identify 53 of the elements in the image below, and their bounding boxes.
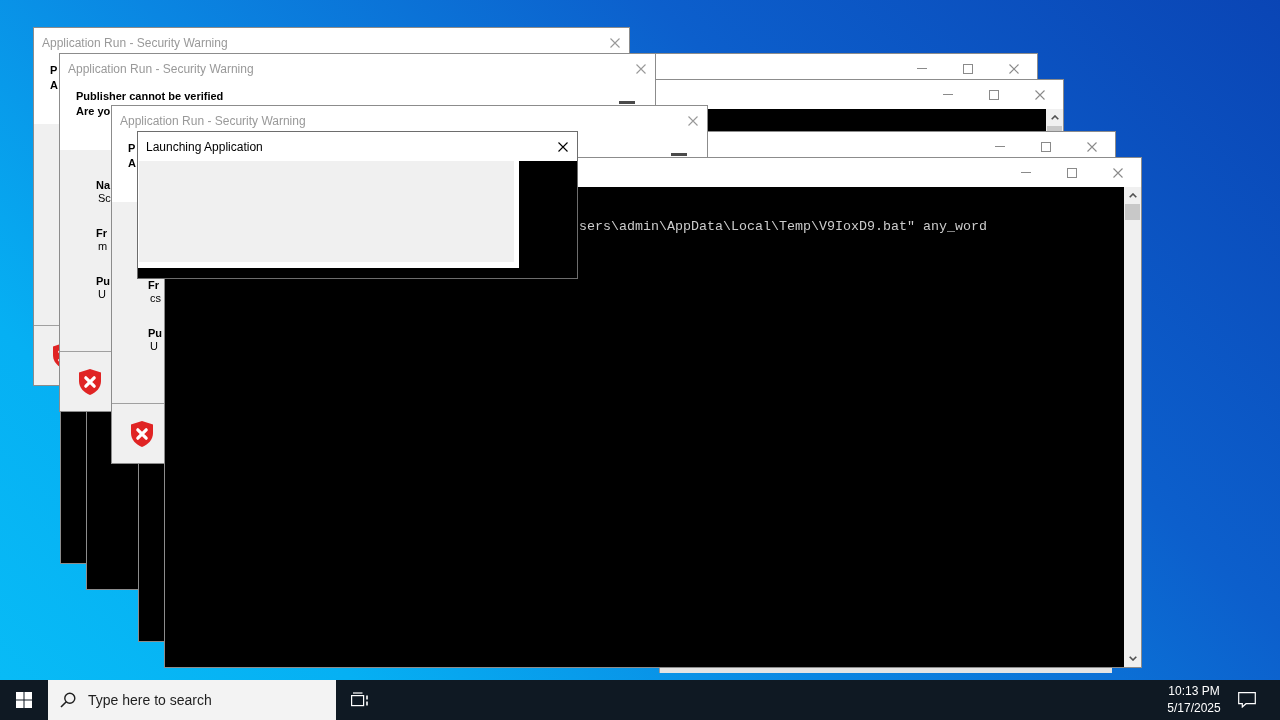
scroll-thumb[interactable] (1125, 204, 1140, 220)
field-value: m (98, 240, 108, 253)
maximize-icon (1041, 141, 1051, 152)
field-label: Pu (148, 327, 163, 340)
chevron-down-icon (1128, 656, 1137, 661)
search-field[interactable]: Type here to search (48, 680, 336, 720)
close-icon (1035, 89, 1045, 100)
window-title: Application Run - Security Warning (68, 61, 254, 76)
close-icon (688, 115, 698, 126)
field-label: Fr (96, 227, 107, 240)
close-icon (1113, 167, 1123, 178)
notification-icon (1238, 692, 1256, 708)
field-value: cs (150, 292, 161, 305)
field-label: Na (96, 179, 111, 192)
warning-text: Publisher cannot be verified (76, 89, 224, 104)
close-icon (636, 63, 646, 74)
maximize-icon (989, 89, 999, 100)
field-value: U (150, 340, 158, 353)
minimize-icon (1021, 172, 1031, 173)
warning-text: A (50, 78, 58, 93)
window-title: Launching Application (146, 139, 263, 154)
field-label: Fr (148, 279, 159, 292)
minimize-icon (995, 146, 1005, 147)
windows-icon (16, 692, 32, 708)
close-icon (610, 37, 620, 48)
task-view-icon (351, 692, 369, 708)
field-label: Pu (96, 275, 111, 288)
clock-date: 5/17/2025 (1167, 700, 1221, 717)
close-icon (558, 141, 568, 152)
field-value: Sc (98, 192, 111, 205)
warning-text: P (128, 141, 136, 156)
warning-text: P (50, 63, 58, 78)
chevron-up-icon (1050, 115, 1059, 120)
window-title: Application Run - Security Warning (42, 35, 228, 50)
window-title: Application Run - Security Warning (120, 113, 306, 128)
minimize-icon (943, 94, 953, 95)
close-icon (1087, 141, 1097, 152)
maximize-icon (963, 63, 973, 74)
chevron-up-icon (1128, 193, 1137, 198)
warning-text: A (128, 156, 136, 171)
shield-icon (130, 419, 154, 448)
console-text: sers\admin\AppData\Local\Temp\V9IoxD9.bat" any_word (579, 219, 987, 235)
close-icon (1009, 63, 1019, 74)
search-icon (60, 692, 76, 708)
bar-icon (619, 101, 635, 104)
bar-icon (671, 153, 687, 156)
minimize-icon (917, 68, 927, 69)
warning-text: Are yo (76, 104, 111, 119)
scroll-thumb[interactable] (1047, 126, 1062, 131)
maximize-icon (1067, 167, 1077, 178)
clock-time: 10:13 PM (1168, 683, 1220, 700)
shield-icon (78, 367, 102, 396)
field-value: U (98, 288, 106, 301)
